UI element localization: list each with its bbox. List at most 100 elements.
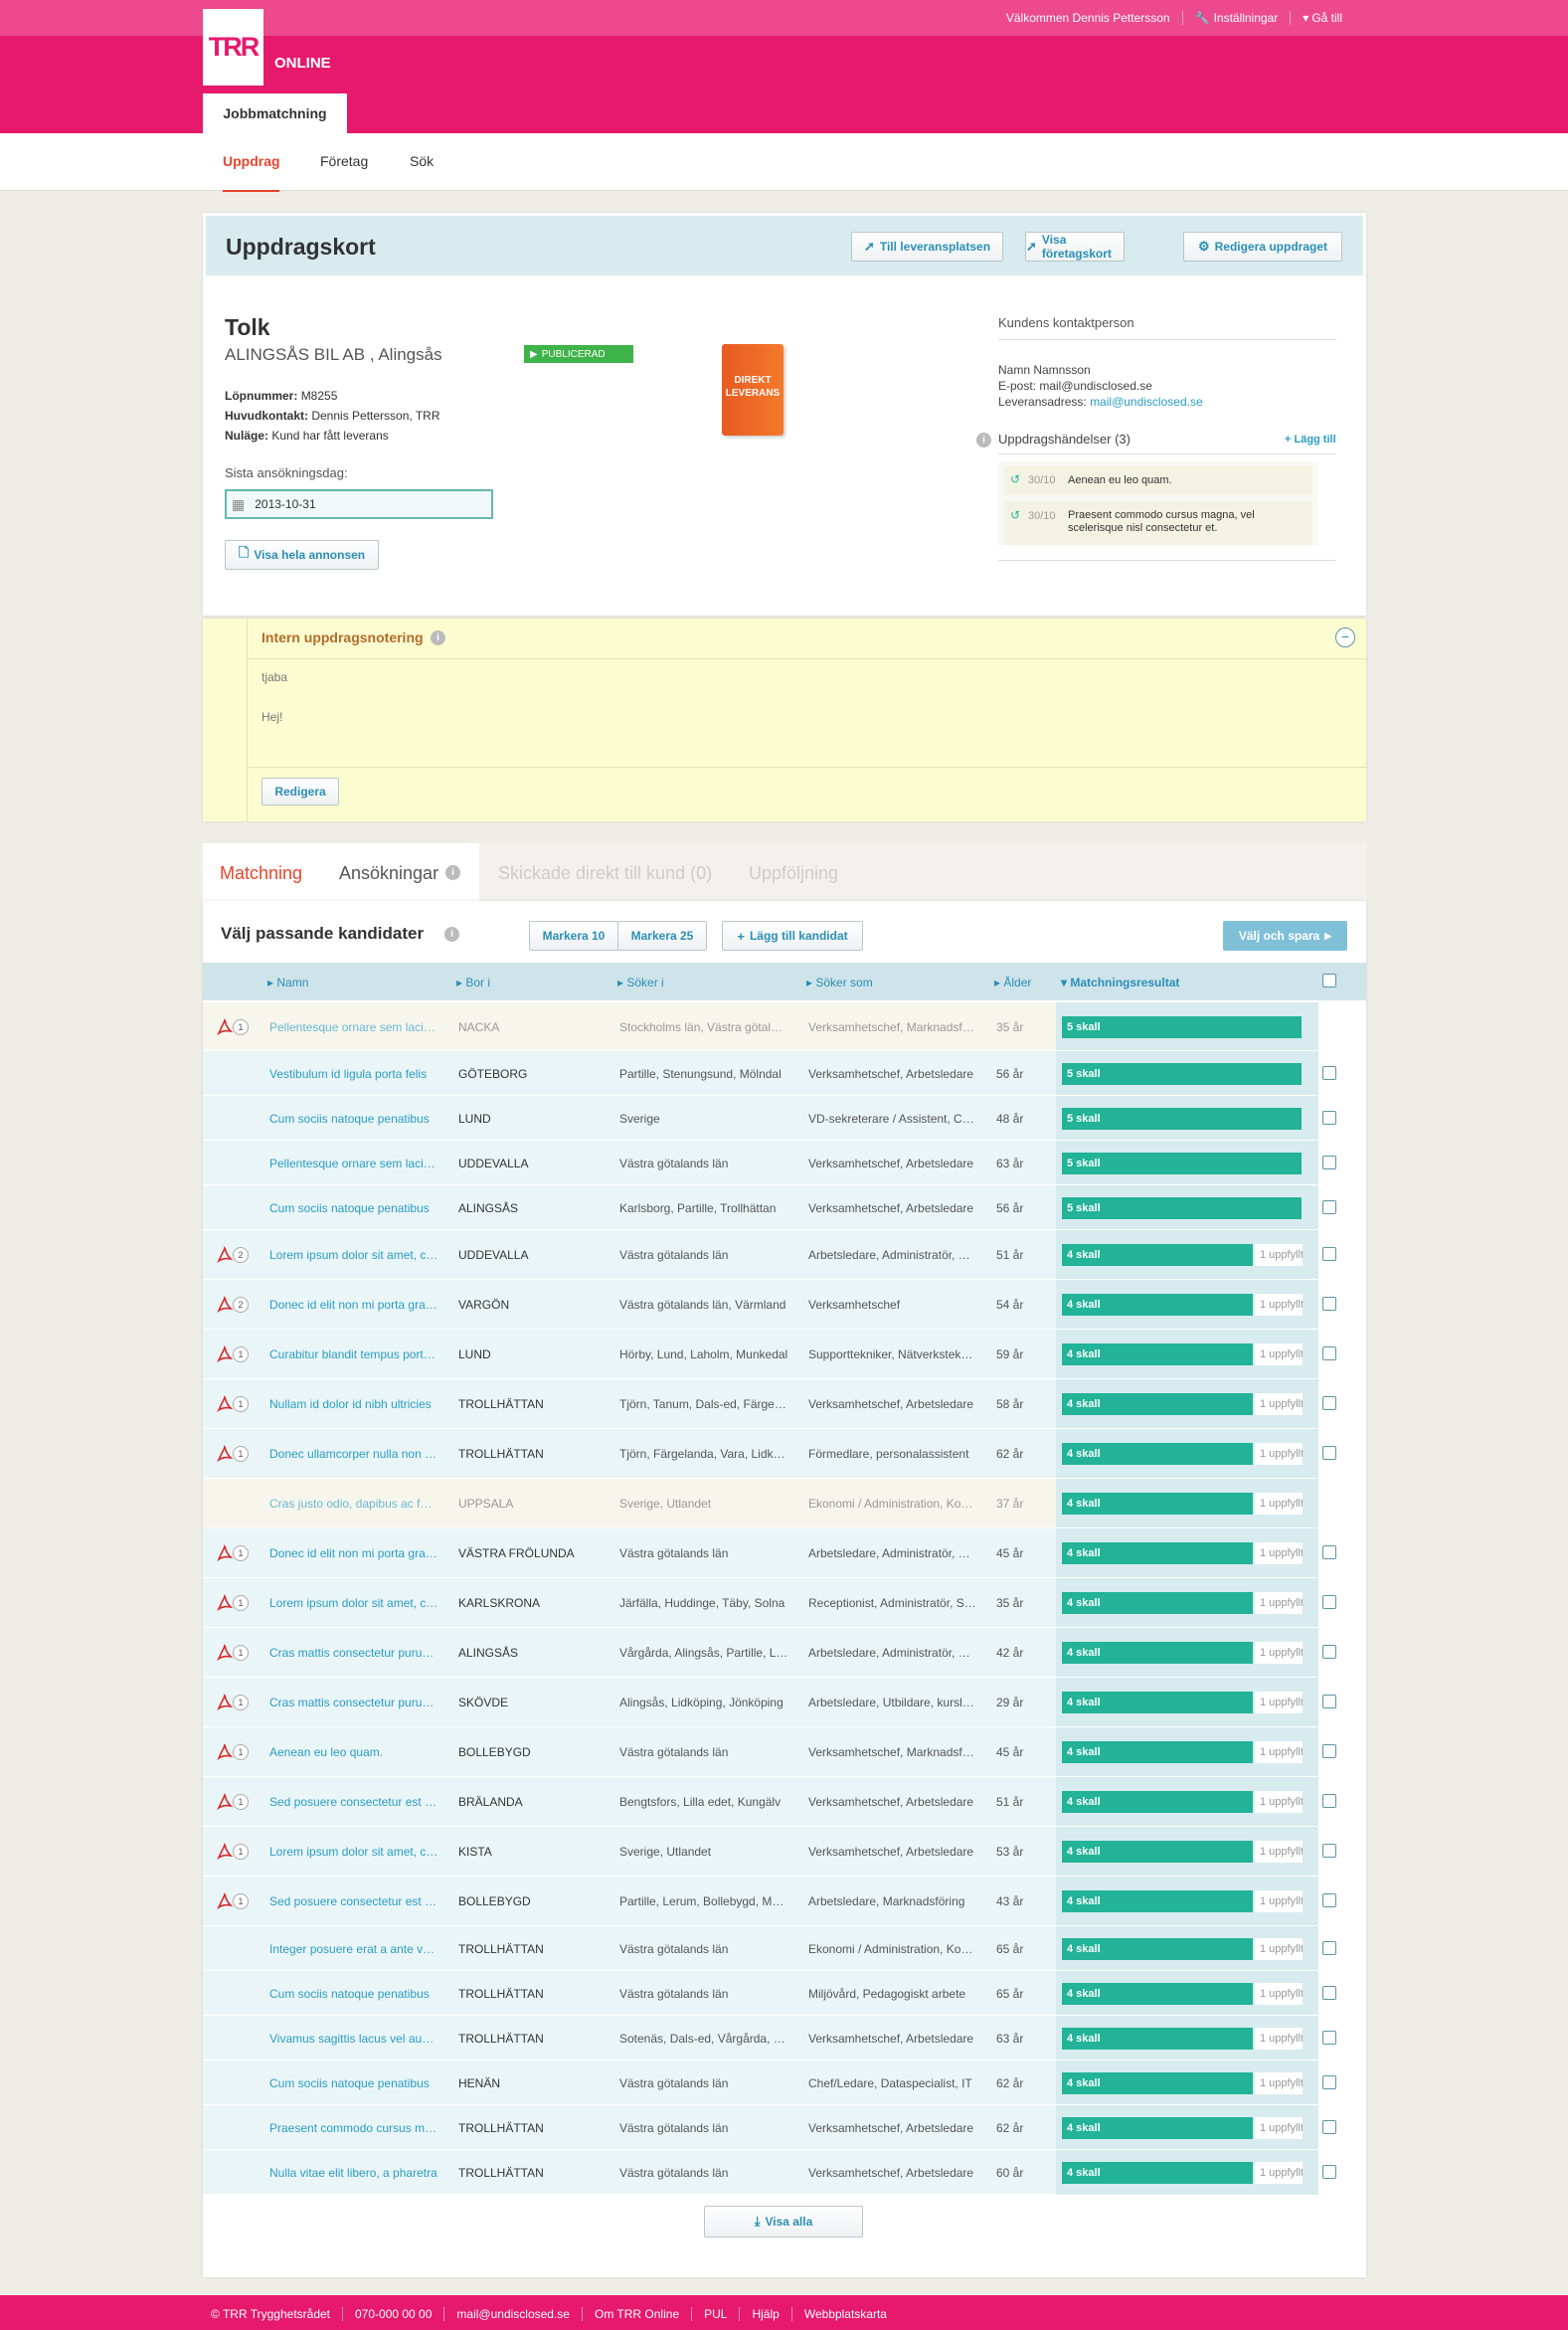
- row-checkbox[interactable]: [1322, 1595, 1336, 1609]
- show-ad-button[interactable]: 🗋 Visa hela annonsen: [225, 540, 379, 570]
- footer-email[interactable]: mail@undisclosed.se: [443, 2307, 582, 2321]
- row-checkbox[interactable]: [1322, 1986, 1336, 2000]
- row-checkbox[interactable]: [1322, 1247, 1336, 1261]
- candidate-name-link[interactable]: Pellentesque ornare sem lacinia: [269, 1020, 438, 1034]
- add-candidate-button[interactable]: + Lägg till kandidat: [722, 921, 863, 951]
- row-checkbox[interactable]: [1322, 2075, 1336, 2089]
- subnav-sok[interactable]: Sök: [410, 153, 434, 169]
- column-soker-i[interactable]: ▸ Söker i: [617, 976, 664, 989]
- tab-jobbmatchning[interactable]: Jobbmatchning: [203, 93, 347, 133]
- row-checkbox[interactable]: [1322, 1941, 1336, 1955]
- row-checkbox[interactable]: [1322, 1893, 1336, 1907]
- candidate-name-link[interactable]: Pellentesque ornare sem lacinia: [269, 1157, 438, 1170]
- settings-link[interactable]: 🔧 Inställningar: [1181, 11, 1291, 25]
- edit-assignment-button[interactable]: ⚙ Redigera uppdraget: [1183, 232, 1342, 262]
- mark-25-button[interactable]: Markera 25: [617, 921, 707, 951]
- candidate-name-link[interactable]: Nulla vitae elit libero, a pharetra: [269, 2166, 438, 2180]
- subnav-foretag[interactable]: Företag: [320, 153, 368, 169]
- candidate-name-link[interactable]: Cum sociis natoque penatibus: [269, 1112, 438, 1126]
- candidate-name-link[interactable]: Donec ullamcorper nulla non metus: [269, 1447, 438, 1461]
- column-soker-som[interactable]: ▸ Söker som: [806, 976, 873, 989]
- row-checkbox[interactable]: [1322, 1156, 1336, 1169]
- row-checkbox[interactable]: [1322, 1396, 1336, 1410]
- row-checkbox[interactable]: [1322, 1794, 1336, 1808]
- row-checkbox[interactable]: [1322, 1446, 1336, 1460]
- select-and-save-button[interactable]: Välj och spara ▶: [1223, 921, 1347, 951]
- show-company-card-button[interactable]: ➚ Visa företagskort: [1025, 232, 1125, 262]
- goto-link[interactable]: ▾ Gå till: [1290, 11, 1354, 25]
- candidate-name-link[interactable]: Aenean eu leo quam.: [269, 1745, 438, 1759]
- candidate-name-link[interactable]: Nullam id dolor id nibh ultricies: [269, 1397, 438, 1411]
- deadline-input[interactable]: ▦ 2013-10-31: [225, 489, 493, 519]
- row-checkbox[interactable]: [1322, 1066, 1336, 1080]
- add-event-link[interactable]: + Lägg till: [1285, 434, 1336, 446]
- edit-note-button[interactable]: Redigera: [261, 778, 339, 806]
- candidate-name-link[interactable]: Cras justo odio, dapibus ac facilisis: [269, 1497, 438, 1511]
- candidate-name-link[interactable]: Lorem ipsum dolor sit amet, consectetur: [269, 1845, 438, 1859]
- candidate-name-link[interactable]: Donec id elit non mi porta gravida: [269, 1298, 438, 1312]
- pdf-icon[interactable]: [216, 1644, 234, 1662]
- info-icon[interactable]: i: [976, 433, 991, 448]
- subnav-uppdrag[interactable]: Uppdrag: [223, 153, 280, 169]
- footer-sitemap[interactable]: Webbplatskarta: [790, 2307, 899, 2321]
- row-checkbox[interactable]: [1322, 2165, 1336, 2179]
- candidate-name-link[interactable]: Lorem ipsum dolor sit amet, consectetur: [269, 1248, 438, 1262]
- pdf-icon[interactable]: [216, 1594, 234, 1612]
- candidate-name-link[interactable]: Cras mattis consectetur purus sit: [269, 1646, 438, 1660]
- candidate-name-link[interactable]: Sed posuere consectetur est at lobortis: [269, 1795, 438, 1809]
- collapse-icon[interactable]: −: [1335, 627, 1355, 647]
- candidate-name-link[interactable]: Vivamus sagittis lacus vel augue: [269, 2032, 438, 2046]
- pdf-icon[interactable]: [216, 1544, 234, 1562]
- info-icon[interactable]: i: [444, 927, 459, 942]
- pdf-icon[interactable]: [216, 1395, 234, 1413]
- row-checkbox[interactable]: [1322, 2120, 1336, 2134]
- pdf-icon[interactable]: [216, 1694, 234, 1711]
- tab-matchning[interactable]: Matchning: [220, 863, 302, 884]
- candidate-name-link[interactable]: Sed posuere consectetur est at lobortis: [269, 1894, 438, 1908]
- pdf-icon[interactable]: [216, 1445, 234, 1463]
- row-checkbox[interactable]: [1322, 1111, 1336, 1125]
- pdf-icon[interactable]: [216, 1793, 234, 1811]
- row-checkbox[interactable]: [1322, 1844, 1336, 1858]
- mark-10-button[interactable]: Markera 10: [529, 921, 618, 951]
- candidate-name-link[interactable]: Donec id elit non mi porta gravida: [269, 1546, 438, 1560]
- column-alder[interactable]: ▸ Ålder: [994, 976, 1031, 989]
- candidate-name-link[interactable]: Integer posuere erat a ante venenatis: [269, 1942, 438, 1956]
- column-match[interactable]: ▾ Matchningsresultat: [1061, 976, 1179, 989]
- to-delivery-button[interactable]: ➚ Till leveransplatsen: [851, 232, 1003, 262]
- show-all-button[interactable]: ⤓ Visa alla: [704, 2206, 863, 2238]
- row-checkbox[interactable]: [1322, 1200, 1336, 1214]
- row-checkbox[interactable]: [1322, 1297, 1336, 1311]
- row-checkbox[interactable]: [1322, 2031, 1336, 2045]
- pdf-icon[interactable]: [216, 1843, 234, 1861]
- candidate-name-link[interactable]: Praesent commodo cursus magna: [269, 2121, 438, 2135]
- footer-pul[interactable]: PUL: [691, 2307, 739, 2321]
- candidate-name-link[interactable]: Curabitur blandit tempus porttitor: [269, 1347, 438, 1361]
- row-checkbox[interactable]: [1322, 1346, 1336, 1360]
- row-checkbox[interactable]: [1322, 1545, 1336, 1559]
- trr-logo[interactable]: TRR: [203, 9, 263, 86]
- pdf-icon[interactable]: [216, 1743, 234, 1761]
- row-checkbox[interactable]: [1322, 1645, 1336, 1659]
- pdf-icon[interactable]: [216, 1296, 234, 1314]
- select-all-checkbox[interactable]: [1322, 974, 1336, 987]
- pdf-icon[interactable]: [216, 1246, 234, 1264]
- column-name[interactable]: ▸ Namn: [267, 976, 308, 989]
- footer-help[interactable]: Hjälp: [739, 2307, 790, 2321]
- info-icon[interactable]: i: [445, 865, 460, 880]
- tab-ansokningar[interactable]: Ansökningar: [339, 863, 438, 884]
- tab-uppfoljning[interactable]: Uppföljning: [749, 863, 838, 884]
- pdf-icon[interactable]: [216, 1892, 234, 1910]
- row-checkbox[interactable]: [1322, 1695, 1336, 1708]
- pdf-icon[interactable]: [216, 1345, 234, 1363]
- column-bor-i[interactable]: ▸ Bor i: [456, 976, 490, 989]
- candidate-name-link[interactable]: Vestibulum id ligula porta felis: [269, 1067, 438, 1081]
- row-checkbox[interactable]: [1322, 1744, 1336, 1758]
- info-icon[interactable]: i: [431, 630, 445, 645]
- candidate-name-link[interactable]: Cum sociis natoque penatibus: [269, 2076, 438, 2090]
- delivery-email-link[interactable]: mail@undisclosed.se: [1090, 395, 1203, 409]
- candidate-name-link[interactable]: Cras mattis consectetur purus sit: [269, 1696, 438, 1709]
- candidate-name-link[interactable]: Cum sociis natoque penatibus: [269, 1987, 438, 2001]
- pdf-icon[interactable]: [216, 1018, 234, 1036]
- tab-sent-direct[interactable]: Skickade direkt till kund (0): [498, 863, 712, 884]
